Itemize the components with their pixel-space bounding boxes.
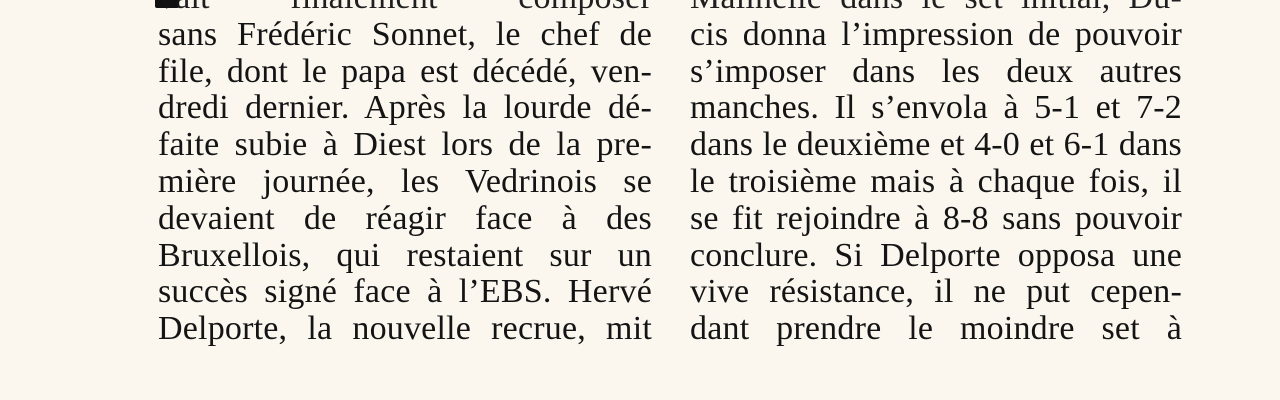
text-line: sans Frédéric Sonnet, le chef de	[158, 16, 652, 53]
newspaper-page: vait finalement composer sans Frédéric S…	[0, 0, 1280, 400]
text-line: dant prendre le moindre set à	[690, 311, 1182, 348]
text-line: mière journée, les Vedrinois se	[158, 163, 652, 200]
text-line: Delporte, la nouvelle recrue, mit	[158, 311, 652, 348]
text-line: cis donna l’impression de pouvoir	[690, 16, 1182, 53]
text-line: vive résistance, il ne put cepen-	[690, 274, 1182, 311]
article-column-left: vait finalement composer sans Frédéric S…	[158, 0, 652, 348]
text-line: Bruxellois, qui restaient sur un	[158, 237, 652, 274]
text-line: le troisième mais à chaque fois, il	[690, 163, 1182, 200]
text-line: conclure. Si Delporte opposa une	[690, 237, 1182, 274]
text-line: dredi dernier. Après la lourde dé-	[158, 90, 652, 127]
text-line: manches. Il s’envola à 5-1 et 7-2	[690, 90, 1182, 127]
text-line: Malinelle dans le set initial, Du-	[690, 0, 1182, 17]
article-column-right: Malinelle dans le set initial, Du- cis d…	[690, 0, 1182, 348]
text-line: faite subie à Diest lors de la pre-	[158, 127, 652, 164]
text-line: s’imposer dans les deux autres	[690, 53, 1182, 90]
text-line: devaient de réagir face à des	[158, 200, 652, 237]
text-line: dans le deuxième et 4-0 et 6-1 dans	[690, 127, 1182, 164]
text-line: vait finalement composer	[158, 0, 652, 17]
text-line: se fit rejoindre à 8-8 sans pouvoir	[690, 200, 1182, 237]
text-line: succès signé face à l’EBS. Hervé	[158, 274, 652, 311]
text-line: file, dont le papa est décédé, ven-	[158, 53, 652, 90]
